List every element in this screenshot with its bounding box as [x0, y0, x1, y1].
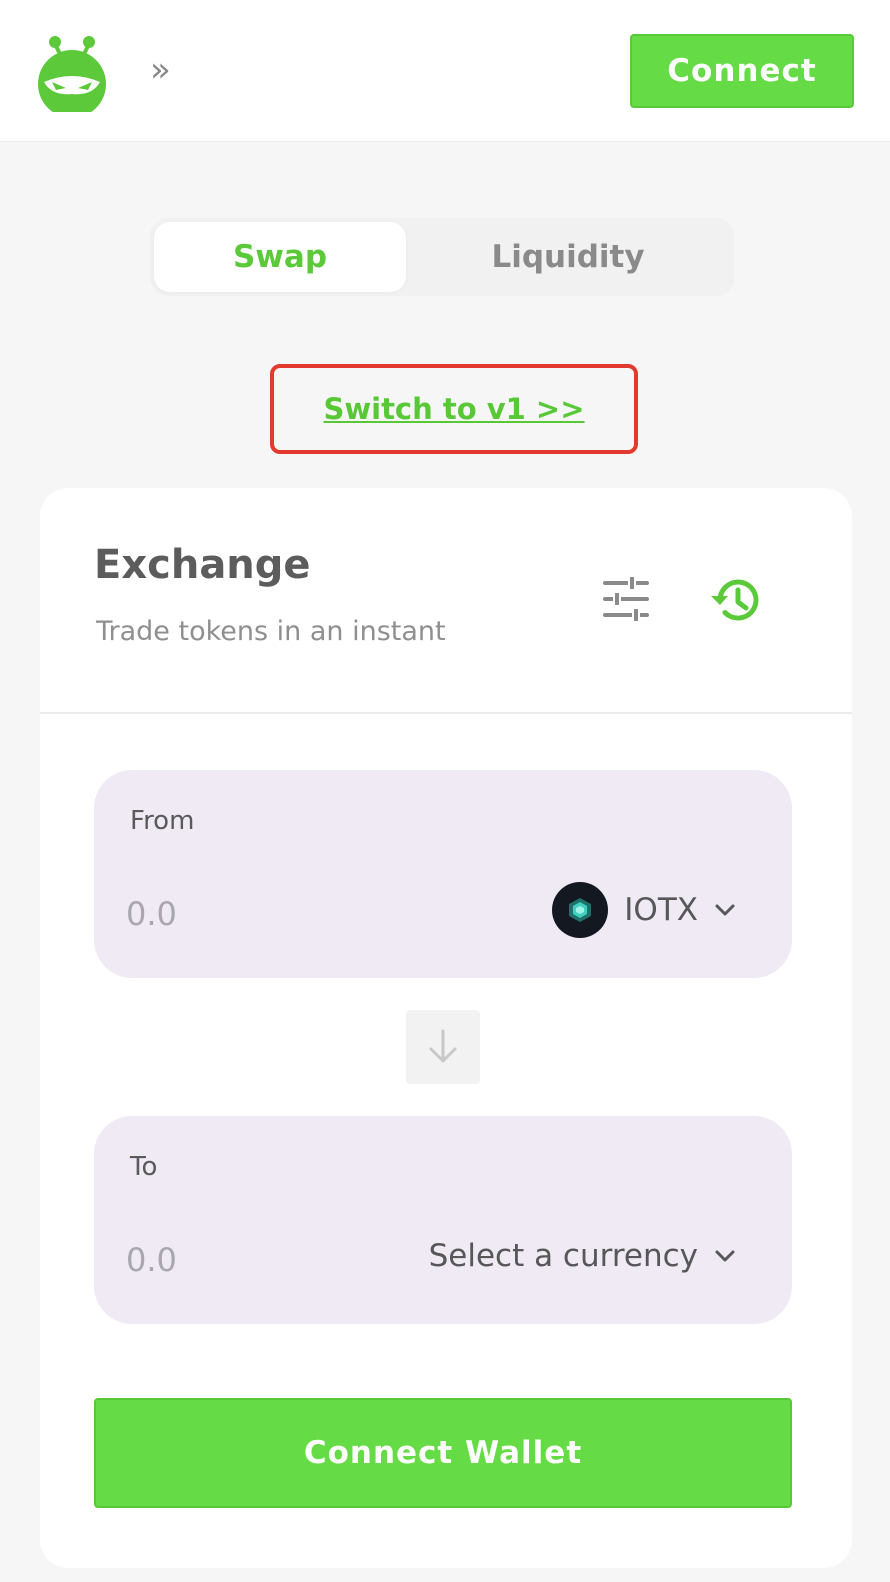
switch-to-v1-link[interactable]: Switch to v1 >> — [274, 368, 634, 450]
to-amount-input[interactable] — [126, 1236, 346, 1284]
sliders-icon[interactable] — [602, 576, 650, 622]
tab-swap[interactable]: Swap — [154, 222, 406, 292]
to-label: To — [130, 1152, 158, 1182]
from-amount-input[interactable] — [126, 890, 346, 938]
swap-liquidity-tabs: Swap Liquidity — [150, 218, 734, 296]
page-title: Exchange — [94, 542, 311, 588]
robot-mascot-icon[interactable] — [34, 30, 110, 112]
tab-liquidity[interactable]: Liquidity — [442, 222, 694, 292]
switch-version-highlight: Switch to v1 >> — [270, 364, 638, 454]
swap-direction-button[interactable] — [406, 1010, 480, 1084]
to-currency-label: Select a currency — [428, 1238, 698, 1274]
chevron-down-icon — [715, 904, 735, 916]
arrow-down-icon — [429, 1029, 457, 1063]
top-header: » Connect — [0, 0, 890, 142]
iotx-token-icon — [552, 882, 609, 938]
to-panel: To Select a currency — [94, 1116, 792, 1324]
connect-button[interactable]: Connect — [630, 34, 854, 108]
exchange-card: Exchange Trade tokens in an instant From… — [40, 488, 852, 1568]
to-currency-select[interactable]: Select a currency — [429, 1224, 736, 1288]
from-token-symbol: IOTX — [624, 892, 698, 928]
from-panel: From IOTX — [94, 770, 792, 978]
chevron-down-icon — [715, 1250, 735, 1262]
from-label: From — [130, 806, 195, 836]
page-subtitle: Trade tokens in an instant — [96, 616, 446, 647]
history-clock-icon[interactable] — [708, 572, 764, 628]
double-chevron-right-icon[interactable]: » — [150, 52, 190, 88]
from-token-select[interactable]: IOTX — [552, 878, 736, 942]
connect-wallet-button[interactable]: Connect Wallet — [94, 1398, 792, 1508]
exchange-card-header: Exchange Trade tokens in an instant — [40, 488, 852, 714]
